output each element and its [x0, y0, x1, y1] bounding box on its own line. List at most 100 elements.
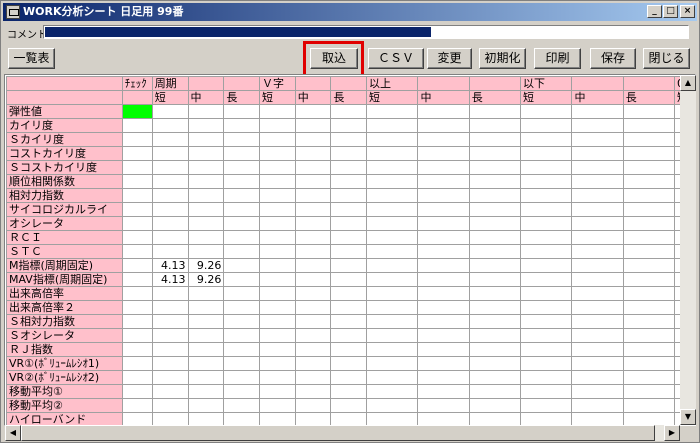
- table-row[interactable]: 出来高倍率: [6, 286, 695, 301]
- grid-cell[interactable]: [622, 174, 675, 189]
- grid-cell[interactable]: [330, 328, 367, 343]
- grid-cell[interactable]: [223, 118, 260, 133]
- cycle-mid-cell[interactable]: [187, 160, 225, 175]
- comment-field[interactable]: [43, 25, 689, 39]
- grid-cell[interactable]: [294, 370, 332, 385]
- grid-cell[interactable]: [571, 146, 624, 161]
- grid-cell[interactable]: [258, 132, 296, 147]
- grid-cell[interactable]: [622, 328, 675, 343]
- cycle-mid-cell[interactable]: [187, 412, 225, 425]
- check-cell[interactable]: [121, 244, 153, 259]
- grid-cell[interactable]: [330, 300, 367, 315]
- cycle-mid-cell[interactable]: 9.26: [187, 258, 225, 273]
- grid-cell[interactable]: [365, 300, 419, 315]
- check-cell[interactable]: [121, 118, 153, 133]
- cycle-short-cell[interactable]: [151, 314, 189, 329]
- table-row[interactable]: ＲＪ指数: [6, 342, 695, 357]
- check-cell[interactable]: [121, 384, 153, 399]
- grid-cell[interactable]: [468, 398, 521, 413]
- grid-cell[interactable]: [223, 412, 260, 425]
- grid-cell[interactable]: [294, 202, 332, 217]
- grid-cell[interactable]: [417, 230, 470, 245]
- check-cell[interactable]: [121, 398, 153, 413]
- grid-cell[interactable]: [365, 146, 419, 161]
- grid-cell[interactable]: [622, 188, 675, 203]
- grid-cell[interactable]: [519, 146, 573, 161]
- grid-cell[interactable]: [519, 132, 573, 147]
- cycle-short-cell[interactable]: [151, 356, 189, 371]
- scroll-up-icon[interactable]: ▲: [680, 75, 696, 91]
- table-row[interactable]: 移動平均②: [6, 398, 695, 413]
- grid-cell[interactable]: [223, 370, 260, 385]
- cycle-mid-cell[interactable]: [187, 370, 225, 385]
- cycle-mid-cell[interactable]: [187, 286, 225, 301]
- check-cell[interactable]: [121, 328, 153, 343]
- grid-cell[interactable]: [519, 230, 573, 245]
- cycle-mid-cell[interactable]: [187, 188, 225, 203]
- table-row[interactable]: ＲＣＩ: [6, 230, 695, 245]
- table-row[interactable]: 順位相関係数: [6, 174, 695, 189]
- grid-cell[interactable]: [417, 118, 470, 133]
- grid-cell[interactable]: [294, 286, 332, 301]
- table-row[interactable]: VR①(ﾎﾞﾘｭｰﾑﾚｼｵ1): [6, 356, 695, 371]
- grid-cell[interactable]: [571, 384, 624, 399]
- grid-cell[interactable]: [622, 300, 675, 315]
- grid-cell[interactable]: [571, 272, 624, 287]
- grid-cell[interactable]: [258, 118, 296, 133]
- grid-cell[interactable]: [571, 230, 624, 245]
- cycle-short-cell[interactable]: [151, 174, 189, 189]
- scroll-down-icon[interactable]: ▼: [680, 409, 696, 425]
- grid-cell[interactable]: [468, 300, 521, 315]
- print-button[interactable]: 印刷: [534, 48, 581, 69]
- grid-cell[interactable]: [571, 216, 624, 231]
- check-cell[interactable]: [121, 300, 153, 315]
- check-cell[interactable]: [121, 272, 153, 287]
- cycle-short-cell[interactable]: [151, 398, 189, 413]
- cycle-short-cell[interactable]: [151, 132, 189, 147]
- grid-cell[interactable]: [294, 216, 332, 231]
- cycle-short-cell[interactable]: [151, 104, 189, 119]
- grid-cell[interactable]: [417, 174, 470, 189]
- grid-cell[interactable]: [223, 216, 260, 231]
- check-cell[interactable]: [121, 202, 153, 217]
- cycle-short-cell[interactable]: [151, 188, 189, 203]
- grid-cell[interactable]: [417, 202, 470, 217]
- grid-cell[interactable]: [330, 370, 367, 385]
- grid-cell[interactable]: [622, 258, 675, 273]
- horizontal-scrollbar[interactable]: ◀ ▶: [5, 425, 680, 441]
- table-row[interactable]: コストカイリ度: [6, 146, 695, 161]
- grid-cell[interactable]: [519, 286, 573, 301]
- grid-cell[interactable]: [258, 230, 296, 245]
- grid-cell[interactable]: [519, 342, 573, 357]
- grid-cell[interactable]: [468, 104, 521, 119]
- grid-cell[interactable]: [330, 244, 367, 259]
- grid-cell[interactable]: [330, 118, 367, 133]
- cycle-short-cell[interactable]: [151, 230, 189, 245]
- grid-cell[interactable]: [258, 146, 296, 161]
- grid-cell[interactable]: [468, 202, 521, 217]
- grid-cell[interactable]: [365, 328, 419, 343]
- grid-cell[interactable]: [519, 188, 573, 203]
- grid-cell[interactable]: [330, 146, 367, 161]
- grid-cell[interactable]: [622, 356, 675, 371]
- grid-cell[interactable]: [365, 132, 419, 147]
- grid-cell[interactable]: [468, 146, 521, 161]
- grid-cell[interactable]: [417, 132, 470, 147]
- table-row[interactable]: オシレータ: [6, 216, 695, 231]
- grid-cell[interactable]: [294, 300, 332, 315]
- table-row[interactable]: MAV指標(周期固定) 4.13 9.26: [6, 272, 695, 287]
- cycle-mid-cell[interactable]: [187, 146, 225, 161]
- cycle-mid-cell[interactable]: [187, 300, 225, 315]
- grid-cell[interactable]: [294, 314, 332, 329]
- grid-cell[interactable]: [330, 356, 367, 371]
- cycle-mid-cell[interactable]: [187, 314, 225, 329]
- grid-cell[interactable]: [519, 244, 573, 259]
- grid-cell[interactable]: [622, 244, 675, 259]
- grid-cell[interactable]: [330, 160, 367, 175]
- cycle-short-cell[interactable]: [151, 384, 189, 399]
- grid-cell[interactable]: [365, 258, 419, 273]
- grid-cell[interactable]: [365, 384, 419, 399]
- grid-cell[interactable]: [417, 384, 470, 399]
- grid-cell[interactable]: [622, 202, 675, 217]
- list-button[interactable]: 一覧表: [8, 48, 55, 69]
